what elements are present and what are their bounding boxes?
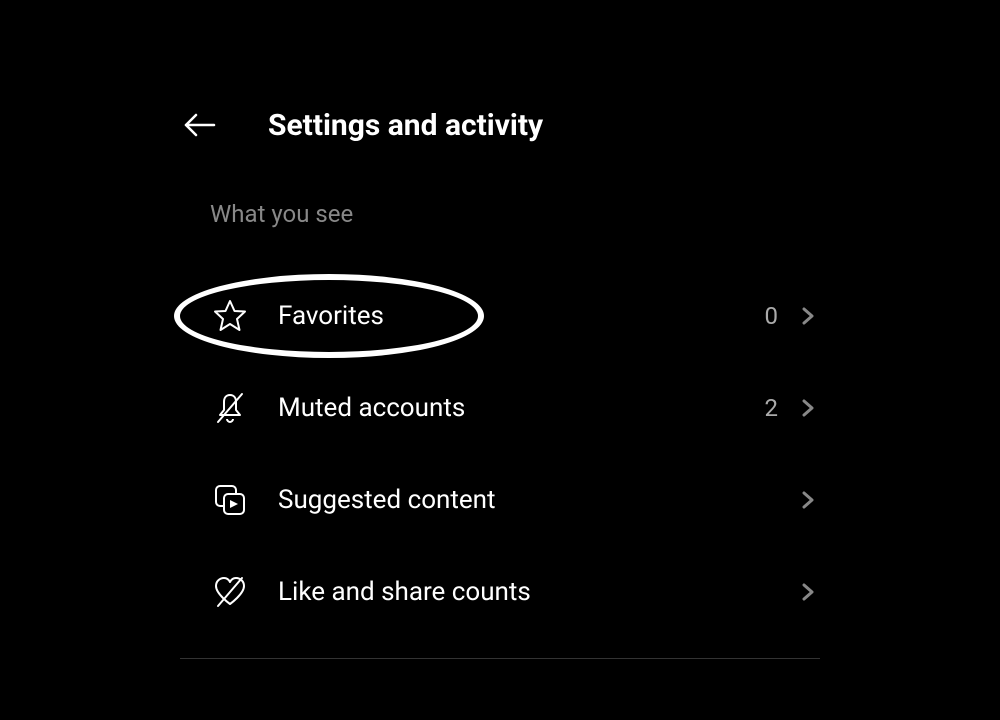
- header: Settings and activity: [180, 105, 820, 145]
- media-stack-icon: [210, 480, 250, 520]
- bell-slash-icon: [210, 388, 250, 428]
- menu-item-favorites[interactable]: Favorites 0: [180, 270, 820, 362]
- back-button[interactable]: [180, 105, 220, 145]
- menu-item-muted-accounts[interactable]: Muted accounts 2: [180, 362, 820, 454]
- menu-item-value: 2: [765, 394, 779, 422]
- menu-item-label: Muted accounts: [278, 393, 765, 423]
- menu-item-label: Like and share counts: [278, 577, 796, 607]
- menu-item-value: 0: [765, 302, 779, 330]
- divider: [180, 658, 820, 659]
- section-label: What you see: [180, 200, 820, 228]
- heart-slash-icon: [210, 572, 250, 612]
- chevron-right-icon: [796, 396, 820, 420]
- arrow-left-icon: [180, 105, 220, 145]
- menu-item-label: Favorites: [278, 301, 765, 331]
- chevron-right-icon: [796, 488, 820, 512]
- chevron-right-icon: [796, 304, 820, 328]
- page-title: Settings and activity: [268, 108, 543, 143]
- chevron-right-icon: [796, 580, 820, 604]
- menu-item-suggested-content[interactable]: Suggested content: [180, 454, 820, 546]
- menu-item-like-share-counts[interactable]: Like and share counts: [180, 546, 820, 638]
- menu-item-label: Suggested content: [278, 485, 796, 515]
- star-icon: [210, 296, 250, 336]
